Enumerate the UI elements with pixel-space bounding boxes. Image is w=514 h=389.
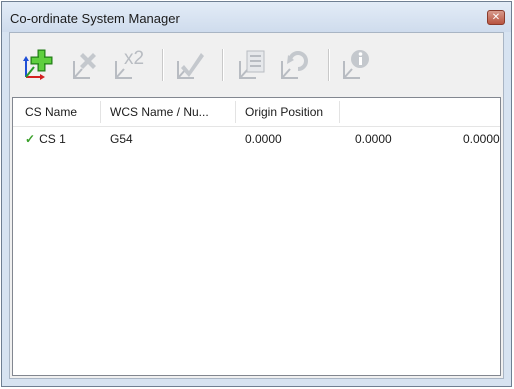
window-client-area: x2 CS Name WCS Name / Nu... Origin Posit… <box>9 32 504 379</box>
delete-cs-button[interactable] <box>66 47 102 83</box>
list-cs-button[interactable] <box>232 47 268 83</box>
activate-coordinate-system-icon <box>177 53 204 79</box>
duplicate-cs-button[interactable]: x2 <box>108 47 144 83</box>
coordinate-system-grid[interactable]: CS Name WCS Name / Nu... Origin Position… <box>12 97 501 376</box>
toolbar-separator <box>328 49 330 81</box>
origin-x-cell: 0.0000 <box>245 132 282 146</box>
toolbar-separator <box>222 49 224 81</box>
info-cs-button[interactable] <box>336 47 372 83</box>
column-header-wcs-name[interactable]: WCS Name / Nu... <box>110 98 232 126</box>
column-header-cs-name[interactable]: CS Name <box>25 98 97 126</box>
list-coordinate-system-icon <box>239 50 265 79</box>
column-divider[interactable] <box>100 101 101 123</box>
origin-z-cell: 0.0000 <box>463 132 500 146</box>
column-divider[interactable] <box>235 101 236 123</box>
cs-name-cell: ✓ CS 1 <box>25 128 66 150</box>
delete-coordinate-system-icon <box>73 53 96 79</box>
add-coordinate-system-icon <box>23 49 53 80</box>
window-title: Co-ordinate System Manager <box>10 11 180 26</box>
cs-name-value: CS 1 <box>39 132 66 146</box>
add-cs-button[interactable] <box>20 47 56 83</box>
info-coordinate-system-icon <box>343 50 369 79</box>
duplicate-label: x2 <box>124 48 144 69</box>
reset-cs-button[interactable] <box>274 47 310 83</box>
reset-coordinate-system-icon <box>281 51 308 79</box>
duplicate-coordinate-system-icon: x2 <box>115 48 144 79</box>
grid-header: CS Name WCS Name / Nu... Origin Position <box>13 98 500 127</box>
toolbar-separator <box>162 49 164 81</box>
column-divider[interactable] <box>339 101 340 123</box>
toolbar: x2 <box>10 33 503 95</box>
close-button[interactable]: ✕ <box>487 10 505 25</box>
wcs-name-cell: G54 <box>110 132 133 146</box>
close-icon: ✕ <box>491 12 501 23</box>
coordinate-system-manager-window: Co-ordinate System Manager ✕ x2 CS Name … <box>1 1 512 387</box>
origin-y-cell: 0.0000 <box>355 132 392 146</box>
active-check-icon: ✓ <box>25 132 36 146</box>
activate-cs-button[interactable] <box>170 47 206 83</box>
title-bar[interactable]: Co-ordinate System Manager ✕ <box>2 2 511 32</box>
table-row[interactable]: ✓ CS 1 G54 0.0000 0.0000 0.0000 <box>13 128 500 150</box>
